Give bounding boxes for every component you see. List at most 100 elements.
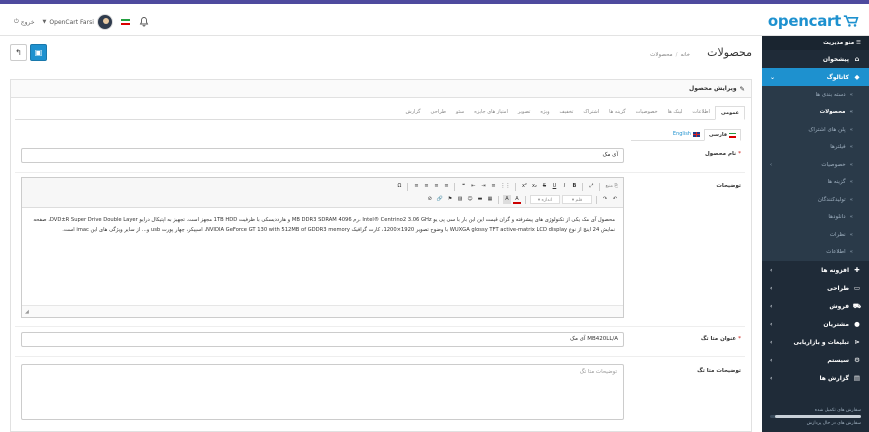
bell-icon[interactable] xyxy=(138,16,150,28)
tab-options[interactable]: گزینه ها xyxy=(604,106,630,119)
maximize-button[interactable]: ⤢ xyxy=(587,182,595,191)
sub-item-downloads[interactable]: » دانلودها xyxy=(762,209,869,227)
tab-seo[interactable]: سئو xyxy=(451,106,469,119)
editor-content[interactable]: محصول آی مک یکی از تکنولوژی های پیشرفته … xyxy=(22,208,623,304)
opencart-logo[interactable]: opencart xyxy=(768,11,859,31)
redo-button[interactable]: ↷ xyxy=(601,195,609,204)
underline-button[interactable]: U xyxy=(550,182,558,191)
double-chevron-icon: » xyxy=(849,214,853,221)
bg-color-button[interactable]: A xyxy=(503,195,511,204)
tab-subscription[interactable]: اشتراک xyxy=(578,106,604,119)
sidebar-item-sales[interactable]: ⛟ فروش › xyxy=(762,297,869,315)
superscript-button[interactable]: x² xyxy=(520,182,528,191)
breadcrumb-home[interactable]: خانه xyxy=(680,52,690,58)
description-editor[interactable]: ⎘ منبع ⤢ B I U S x₂ x² ⋮⋮ ≡ ⇥ ⇤ ❝ ≡ ≡ ≡ … xyxy=(21,177,624,318)
editor-toolbar: ⎘ منبع ⤢ B I U S x₂ x² ⋮⋮ ≡ ⇥ ⇤ ❝ ≡ ≡ ≡ … xyxy=(22,178,623,208)
double-chevron-icon: » xyxy=(849,196,853,203)
text-color-button[interactable]: A xyxy=(513,195,521,204)
sidebar-item-marketing[interactable]: ⋖ تبلیغات و بازاریابی › xyxy=(762,333,869,351)
bullet-list-button[interactable]: ≡ xyxy=(489,182,497,191)
sub-item-attributes[interactable]: » خصوصیات › xyxy=(762,156,869,174)
undo-button[interactable]: ↶ xyxy=(611,195,619,204)
align-right-button[interactable]: ≡ xyxy=(422,182,430,191)
strike-button[interactable]: S xyxy=(540,182,548,191)
outdent-button[interactable]: ⇤ xyxy=(469,182,477,191)
meta-title-label: *عنوان متا تگ xyxy=(700,336,741,342)
sidebar: ☰ منو مدیریت ⌂ پیشخوان ◆ کاتالوگ ⌄ » دسته ب… xyxy=(762,36,869,432)
meta-description-textarea[interactable]: توضیحات متا تگ xyxy=(21,364,624,420)
justify-button[interactable]: ≡ xyxy=(412,182,420,191)
align-left-button[interactable]: ≡ xyxy=(442,182,450,191)
sub-item-subscription-plans[interactable]: » پلن های اشتراک xyxy=(762,121,869,139)
meta-title-field-wrap: MB420LL/A آی مک xyxy=(21,332,624,347)
tab-attributes[interactable]: خصوصیات xyxy=(631,106,663,119)
image-icon[interactable]: ▨ xyxy=(456,195,464,204)
progress-label-processing: سفارش های در حال پردازش xyxy=(806,421,861,426)
sidebar-item-system[interactable]: ⚙ سیستم › xyxy=(762,351,869,369)
resize-handle-icon[interactable]: ◢ xyxy=(25,309,29,315)
double-chevron-icon: » xyxy=(849,109,853,116)
double-chevron-icon: » xyxy=(849,144,853,151)
link-icon[interactable]: 🔗 xyxy=(436,195,444,204)
panel-heading: ✎ ویرایش محصول xyxy=(11,80,751,98)
tab-links[interactable]: لینک ها xyxy=(663,106,688,119)
product-name-input[interactable]: آی مک xyxy=(21,148,624,163)
smiley-icon[interactable]: ☺ xyxy=(466,195,474,204)
meta-title-input[interactable]: MB420LL/A آی مک xyxy=(21,332,624,347)
numbered-list-button[interactable]: ⋮⋮ xyxy=(499,182,511,191)
chevron-left-icon: › xyxy=(770,302,773,310)
sidebar-item-dashboard[interactable]: ⌂ پیشخوان xyxy=(762,50,869,68)
tab-reward-points[interactable]: امتیاز های جایزه xyxy=(469,106,513,119)
tab-general[interactable]: عمومی xyxy=(714,106,745,120)
blockquote-button[interactable]: ❝ xyxy=(459,182,467,191)
hr-icon[interactable]: ▬ xyxy=(476,195,484,204)
home-icon: ⌂ xyxy=(854,55,860,63)
tab-lang-farsi[interactable]: فارسی xyxy=(703,129,741,141)
toolbar-row-2: ↶ ↷ قلم ▾ اندازه ▾ A A ▦ ▬ ☺ ▨ ⚑ 🔗 ⊘ xyxy=(26,193,619,206)
sidebar-item-extensions[interactable]: ✚ افزونه ها › xyxy=(762,261,869,279)
align-center-button[interactable]: ≡ xyxy=(432,182,440,191)
table-icon[interactable]: ▦ xyxy=(486,195,494,204)
tab-special[interactable]: ویژه xyxy=(535,106,554,119)
indent-button[interactable]: ⇥ xyxy=(479,182,487,191)
tab-discount[interactable]: تخفیف xyxy=(555,106,579,119)
subscript-button[interactable]: x₂ xyxy=(530,182,538,191)
source-button[interactable]: ⎘ منبع xyxy=(604,182,619,191)
sub-item-categories[interactable]: » دسته بندی ها xyxy=(762,86,869,104)
italic-button[interactable]: I xyxy=(560,182,568,191)
bold-button[interactable]: B xyxy=(570,182,578,191)
sub-item-information[interactable]: » اطلاعات xyxy=(762,244,869,262)
breadcrumb-products[interactable]: محصولات xyxy=(650,52,672,58)
breadcrumb: خانه/محصولات xyxy=(650,52,690,58)
sidebar-item-design[interactable]: ▭ طراحی › xyxy=(762,279,869,297)
tab-report[interactable]: گزارش xyxy=(401,106,426,119)
sidebar-item-customers[interactable]: ● مشتریان › xyxy=(762,315,869,333)
unlink-icon[interactable]: ⊘ xyxy=(426,195,434,204)
page-header: محصولات خانه/محصولات ↰ ▣ xyxy=(10,44,752,66)
sidebar-item-reports[interactable]: ▤ گزارش ها › xyxy=(762,369,869,387)
sub-item-options[interactable]: » گزینه ها xyxy=(762,174,869,192)
sidebar-item-catalog[interactable]: ◆ کاتالوگ ⌄ xyxy=(762,68,869,86)
order-progress: سفارش های تکمیل شده سفارش های در حال پرد… xyxy=(762,404,869,432)
tab-lang-english[interactable]: English xyxy=(669,129,704,140)
user-menu[interactable]: ▼ OpenCart Farsi xyxy=(43,14,113,30)
tab-design[interactable]: طراحی xyxy=(426,106,451,119)
logout-link[interactable]: ⏻ خروج xyxy=(14,18,35,26)
font-select[interactable]: قلم ▾ xyxy=(562,195,592,204)
special-char-button[interactable]: Ω xyxy=(395,182,403,191)
monitor-icon: ▭ xyxy=(853,284,861,292)
user-icon: ● xyxy=(854,320,860,328)
sub-item-manufacturers[interactable]: » تولیدکنندگان xyxy=(762,191,869,209)
main-content: محصولات خانه/محصولات ↰ ▣ ✎ ویرایش محصول ع… xyxy=(0,36,762,432)
iran-flag-icon[interactable] xyxy=(120,19,130,25)
tab-image[interactable]: تصویر xyxy=(513,106,535,119)
meta-description-placeholder: توضیحات متا تگ xyxy=(579,369,617,375)
back-button[interactable]: ↰ xyxy=(10,44,27,61)
sub-item-filters[interactable]: » فیلترها xyxy=(762,139,869,157)
size-select[interactable]: اندازه ▾ xyxy=(530,195,560,204)
sub-item-products[interactable]: » محصولات xyxy=(762,104,869,122)
save-button[interactable]: ▣ xyxy=(30,44,47,61)
flag-icon[interactable]: ⚑ xyxy=(446,195,454,204)
sub-item-reviews[interactable]: » نظرات xyxy=(762,226,869,244)
tab-data[interactable]: اطلاعات xyxy=(687,106,715,119)
